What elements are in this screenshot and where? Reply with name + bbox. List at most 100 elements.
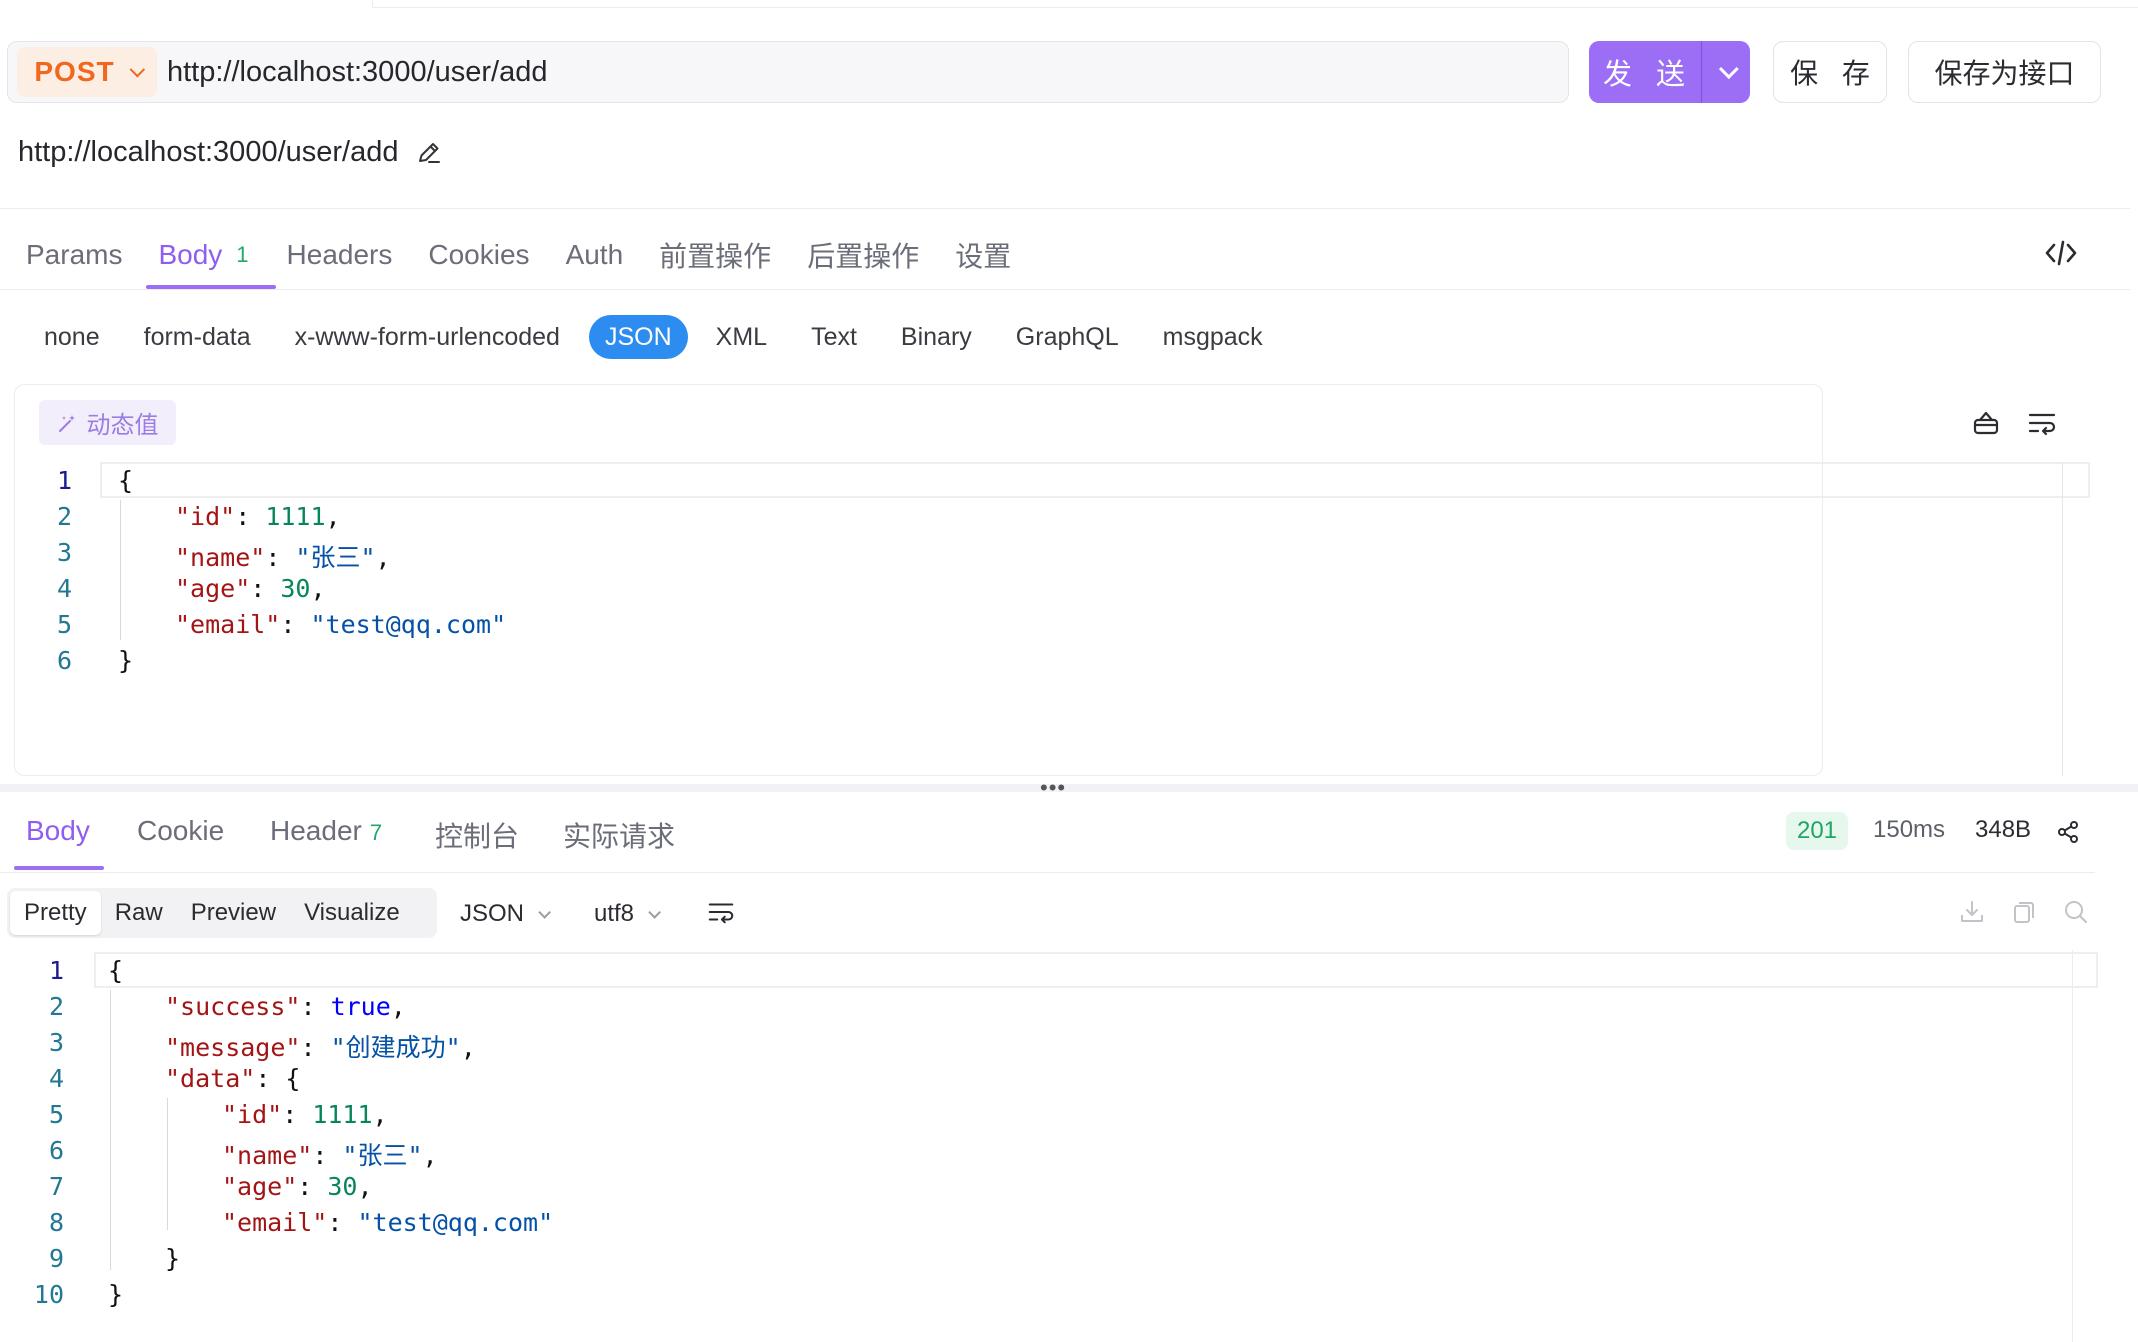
line-number: 1 bbox=[56, 466, 72, 495]
json-comma: , bbox=[357, 1172, 373, 1201]
current-line-highlight bbox=[94, 952, 2098, 988]
line-number: 10 bbox=[33, 1280, 64, 1309]
code-line[interactable]: "message": "创建成功", bbox=[165, 1028, 476, 1064]
json-brace: } bbox=[108, 1280, 124, 1309]
tab-label: Params bbox=[26, 239, 123, 270]
status-badge: 201 bbox=[1786, 812, 1848, 850]
body-type-text[interactable]: Text bbox=[797, 315, 871, 359]
body-type-form-data[interactable]: form-data bbox=[130, 315, 265, 359]
code-line[interactable]: "email": "test@qq.com" bbox=[222, 1208, 553, 1237]
wrap-lines-icon[interactable] bbox=[706, 897, 736, 927]
code-line[interactable]: { bbox=[118, 466, 133, 495]
tab-post-operation[interactable]: 后置操作 bbox=[807, 220, 919, 290]
tab-cookies[interactable]: Cookies bbox=[428, 220, 529, 290]
json-colon: : bbox=[255, 1064, 286, 1093]
code-line[interactable]: "id": 1111, bbox=[175, 502, 341, 531]
save-button[interactable]: 保 存 bbox=[1773, 41, 1887, 103]
line-number: 3 bbox=[56, 538, 72, 567]
response-tab-header[interactable]: Header 7 bbox=[270, 815, 382, 847]
body-type-none[interactable]: none bbox=[30, 315, 114, 359]
search-icon[interactable] bbox=[2062, 898, 2090, 926]
code-line[interactable]: { bbox=[108, 956, 123, 985]
code-line[interactable]: "name": "张三", bbox=[222, 1136, 438, 1172]
editor-scrollbar[interactable] bbox=[2072, 950, 2073, 1342]
tab-settings[interactable]: 设置 bbox=[955, 220, 1011, 290]
json-comma: , bbox=[390, 992, 406, 1021]
url-preview-text: http://localhost:3000/user/add bbox=[18, 136, 399, 168]
json-brace: } bbox=[165, 1244, 181, 1273]
tab-label: Header bbox=[270, 815, 362, 846]
copy-icon[interactable] bbox=[2010, 898, 2038, 926]
line-number: 7 bbox=[48, 1172, 64, 1201]
pencil-icon[interactable] bbox=[416, 140, 442, 166]
line-number: 6 bbox=[48, 1136, 64, 1165]
response-tab-cookie[interactable]: Cookie bbox=[137, 815, 224, 847]
save-as-api-button[interactable]: 保存为接口 bbox=[1908, 41, 2101, 103]
beautify-icon[interactable] bbox=[1970, 407, 2002, 439]
view-pretty[interactable]: Pretty bbox=[10, 891, 101, 935]
chevron-down-icon bbox=[648, 905, 662, 919]
format-select[interactable]: JSON bbox=[460, 894, 552, 934]
drag-handle-icon[interactable]: ••• bbox=[1040, 777, 1066, 799]
json-value: 30 bbox=[327, 1172, 358, 1201]
line-number: 2 bbox=[48, 992, 64, 1021]
method-label: POST bbox=[34, 56, 115, 87]
panel-splitter[interactable] bbox=[0, 784, 2138, 792]
code-line[interactable]: } bbox=[118, 646, 133, 675]
view-raw[interactable]: Raw bbox=[101, 891, 177, 935]
tab-body[interactable]: Body 1 bbox=[158, 220, 248, 290]
tab-auth[interactable]: Auth bbox=[566, 220, 624, 290]
json-comma: , bbox=[460, 1033, 476, 1062]
code-line[interactable]: "success": true, bbox=[165, 992, 406, 1021]
send-button[interactable]: 发 送 bbox=[1589, 41, 1701, 103]
dynamic-value-button[interactable]: 动态值 bbox=[39, 400, 176, 445]
json-colon: : bbox=[300, 1033, 331, 1062]
json-comma: , bbox=[310, 574, 326, 603]
chevron-down-icon bbox=[1718, 59, 1739, 80]
response-tab-body[interactable]: Body bbox=[26, 815, 90, 847]
download-icon[interactable] bbox=[1958, 898, 1986, 926]
tab-headers[interactable]: Headers bbox=[287, 220, 393, 290]
body-type-json[interactable]: JSON bbox=[588, 315, 688, 359]
code-line[interactable]: "name": "张三", bbox=[175, 538, 391, 574]
json-comma: , bbox=[325, 502, 341, 531]
code-line[interactable]: "data": { bbox=[165, 1064, 300, 1093]
tab-pre-operation[interactable]: 前置操作 bbox=[659, 220, 771, 290]
code-line[interactable]: "age": 30, bbox=[175, 574, 326, 603]
json-colon: : bbox=[300, 992, 331, 1021]
response-tab-actual-request[interactable]: 实际请求 bbox=[563, 815, 675, 855]
view-preview[interactable]: Preview bbox=[177, 891, 290, 935]
json-value: true bbox=[330, 992, 391, 1021]
divider bbox=[0, 208, 2130, 209]
code-icon[interactable] bbox=[2044, 236, 2078, 270]
body-type-binary[interactable]: Binary bbox=[887, 315, 986, 359]
json-colon: : bbox=[282, 1100, 313, 1129]
response-size: 348B bbox=[1975, 816, 2032, 843]
body-type-graphql[interactable]: GraphQL bbox=[1002, 315, 1133, 359]
url-input[interactable]: http://localhost:3000/user/add bbox=[167, 56, 547, 89]
wrap-lines-icon[interactable] bbox=[2026, 407, 2058, 439]
response-tab-console[interactable]: 控制台 bbox=[435, 815, 519, 855]
send-dropdown-button[interactable] bbox=[1702, 41, 1750, 103]
code-line[interactable]: "email": "test@qq.com" bbox=[175, 610, 506, 639]
code-line[interactable]: "age": 30, bbox=[222, 1172, 373, 1201]
tab-params[interactable]: Params bbox=[26, 220, 122, 290]
dynamic-value-label: 动态值 bbox=[86, 412, 159, 439]
request-tabs: Params Body 1 Headers Cookies Auth 前置操作 后… bbox=[0, 220, 2130, 290]
json-brace: { bbox=[108, 956, 124, 985]
body-type-xml[interactable]: XML bbox=[702, 315, 781, 359]
json-value: "test@qq.com" bbox=[357, 1208, 554, 1237]
json-colon: : bbox=[297, 1172, 328, 1201]
encoding-select[interactable]: utf8 bbox=[594, 894, 662, 934]
body-type-msgpack[interactable]: msgpack bbox=[1149, 315, 1277, 359]
top-strip bbox=[372, 0, 2138, 8]
code-line[interactable]: } bbox=[165, 1244, 180, 1273]
code-line[interactable]: } bbox=[108, 1280, 123, 1309]
body-type-urlencoded[interactable]: x-www-form-urlencoded bbox=[281, 315, 574, 359]
view-visualize[interactable]: Visualize bbox=[290, 891, 414, 935]
editor-scrollbar[interactable] bbox=[2062, 462, 2063, 776]
encoding-label: utf8 bbox=[594, 900, 635, 927]
method-select[interactable]: POST bbox=[17, 47, 157, 97]
code-line[interactable]: "id": 1111, bbox=[222, 1100, 388, 1129]
share-icon[interactable] bbox=[2056, 820, 2080, 844]
